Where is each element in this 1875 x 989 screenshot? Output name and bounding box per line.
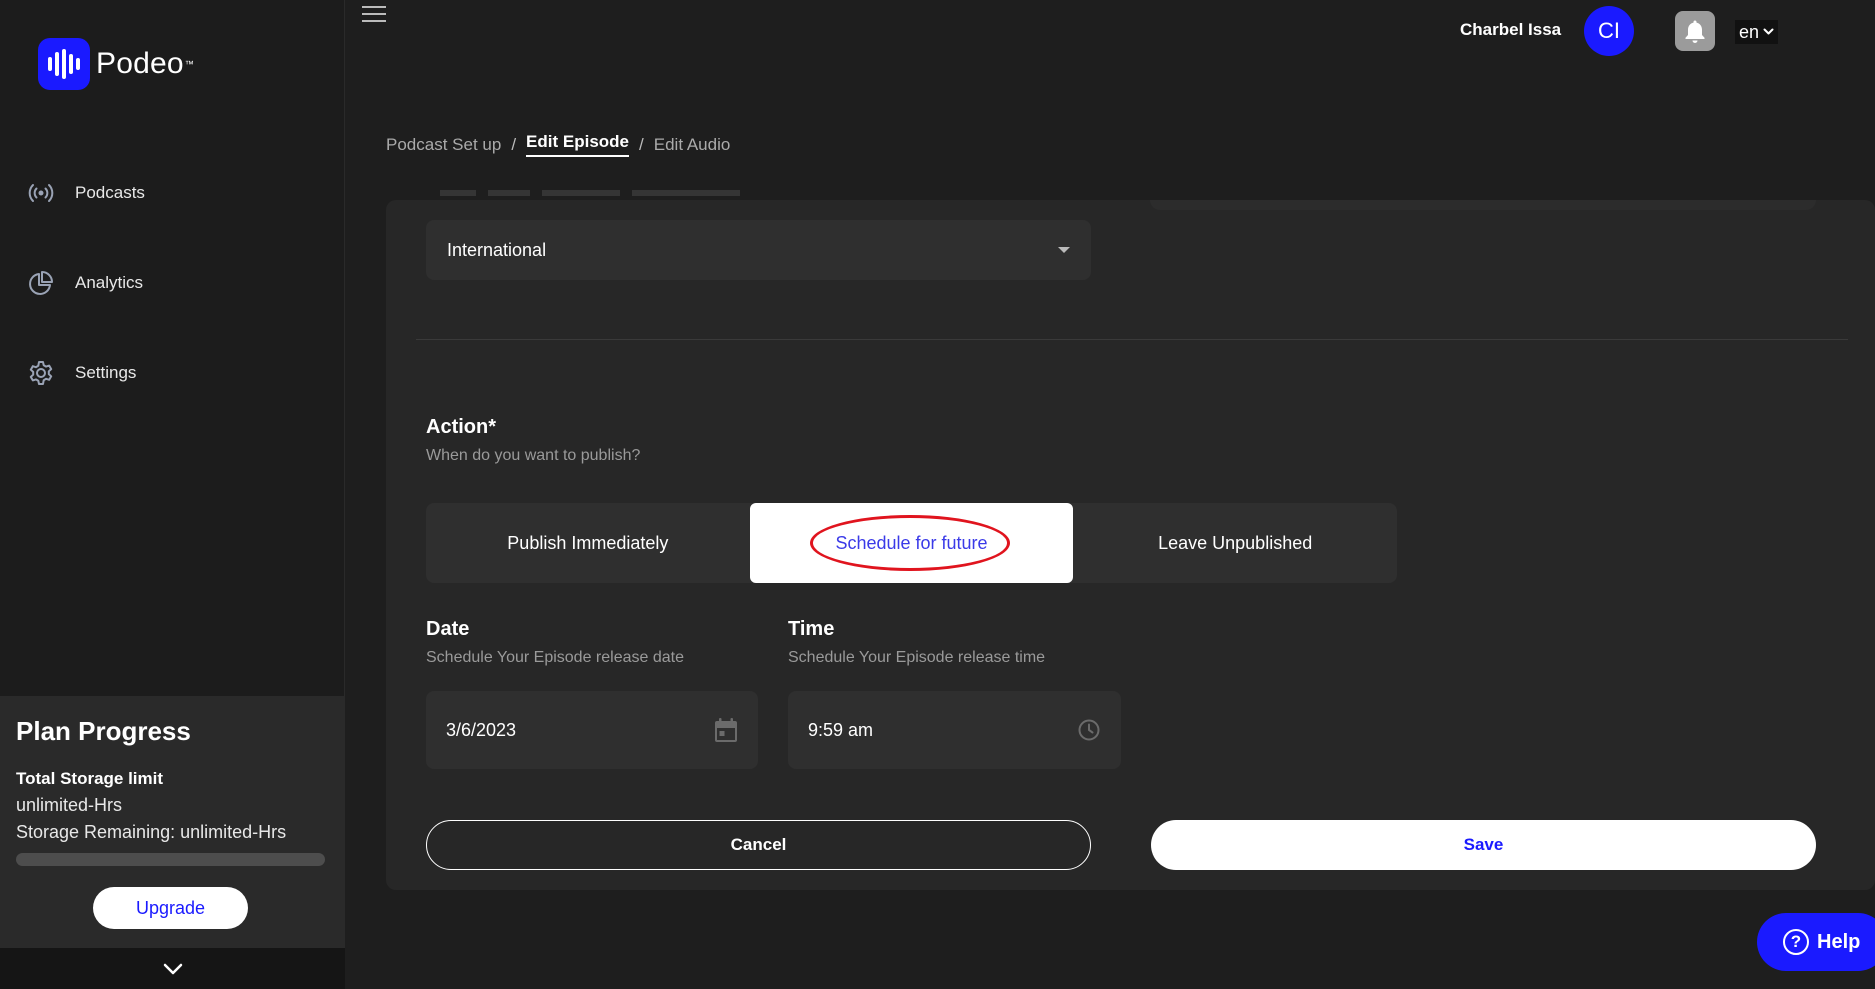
plan-progress-panel: Plan Progress Total Storage limit unlimi…: [0, 696, 345, 948]
schedule-for-future-label: Schedule for future: [835, 532, 988, 553]
breadcrumb-podcast-setup[interactable]: Podcast Set up: [386, 135, 501, 155]
breadcrumb-separator: /: [639, 134, 644, 154]
date-field[interactable]: 3/6/2023: [426, 691, 758, 769]
cancel-button[interactable]: Cancel: [426, 820, 1091, 870]
collapse-toggle[interactable]: [0, 948, 345, 989]
date-title: Date: [426, 618, 470, 640]
chevron-down-icon: [1763, 28, 1774, 35]
leave-unpublished-option[interactable]: Leave Unpublished: [1073, 503, 1397, 583]
storage-progress-bar: [16, 853, 325, 866]
region-select-value: International: [447, 239, 547, 260]
chevron-down-icon: [163, 963, 182, 974]
language-selector[interactable]: en: [1735, 20, 1779, 44]
brand-name: Podeo: [96, 47, 184, 80]
calendar-icon: [715, 718, 737, 742]
breadcrumb-edit-episode[interactable]: Edit Episode: [526, 132, 630, 157]
hamburger-menu-icon[interactable]: [362, 6, 386, 26]
publish-action-toggle: Publish Immediately Schedule for future …: [426, 503, 1397, 583]
notifications-button[interactable]: [1675, 11, 1715, 51]
storage-limit-value: unlimited-Hrs: [16, 795, 123, 815]
breadcrumb-edit-audio[interactable]: Edit Audio: [654, 135, 731, 155]
time-subtitle: Schedule Your Episode release time: [788, 649, 1046, 666]
sidebar-item-label: Settings: [75, 363, 137, 382]
save-button[interactable]: Save: [1151, 820, 1816, 870]
podeo-logo[interactable]: Podeo ™: [38, 38, 194, 90]
bell-icon: [1685, 20, 1705, 43]
breadcrumb: Podcast Set up / Edit Episode / Edit Aud…: [386, 132, 730, 157]
caret-down-icon: [1058, 247, 1070, 253]
help-button[interactable]: ? Help: [1757, 913, 1875, 971]
clock-icon: [1078, 719, 1100, 741]
brand-tm: ™: [184, 59, 194, 69]
help-label: Help: [1817, 930, 1861, 953]
partial-field: [1150, 200, 1816, 210]
action-subtitle: When do you want to publish?: [426, 447, 641, 464]
app-root: Podeo ™ Podcasts Analytics Settings Plan…: [0, 0, 1875, 989]
time-field[interactable]: 9:59 am: [788, 691, 1121, 769]
breadcrumb-separator: /: [511, 134, 517, 154]
date-value: 3/6/2023: [446, 719, 517, 740]
cut-off-label: [440, 190, 740, 196]
sidebar-item-podcasts[interactable]: Podcasts: [0, 148, 345, 238]
question-icon: ?: [1783, 929, 1809, 955]
sidebar-item-settings[interactable]: Settings: [0, 328, 345, 418]
avatar[interactable]: CI: [1584, 6, 1634, 56]
broadcast-icon: [28, 184, 54, 202]
storage-remaining: Storage Remaining: unlimited-Hrs: [16, 822, 287, 842]
pie-chart-icon: [29, 271, 53, 295]
podeo-logo-icon: [38, 38, 90, 90]
publish-immediately-option[interactable]: Publish Immediately: [426, 503, 750, 583]
region-select[interactable]: International: [426, 220, 1091, 280]
sidebar-item-label: Analytics: [75, 273, 144, 292]
section-divider: [416, 339, 1848, 340]
action-title: Action*: [426, 416, 496, 438]
time-value: 9:59 am: [808, 719, 874, 740]
plan-title: Plan Progress: [16, 716, 191, 746]
sidebar-item-analytics[interactable]: Analytics: [0, 238, 345, 328]
upgrade-button[interactable]: Upgrade: [93, 887, 248, 929]
date-subtitle: Schedule Your Episode release date: [426, 649, 684, 666]
language-value: en: [1739, 21, 1760, 42]
time-title: Time: [788, 618, 835, 640]
sidebar: Podeo ™ Podcasts Analytics Settings Plan…: [0, 0, 345, 989]
storage-limit-label: Total Storage limit: [16, 769, 164, 788]
schedule-for-future-option[interactable]: Schedule for future: [749, 503, 1074, 583]
gear-icon: [29, 361, 53, 385]
user-name: Charbel Issa: [1460, 20, 1562, 39]
sidebar-item-label: Podcasts: [75, 183, 145, 202]
sidebar-nav: Podcasts Analytics Settings: [0, 148, 345, 418]
